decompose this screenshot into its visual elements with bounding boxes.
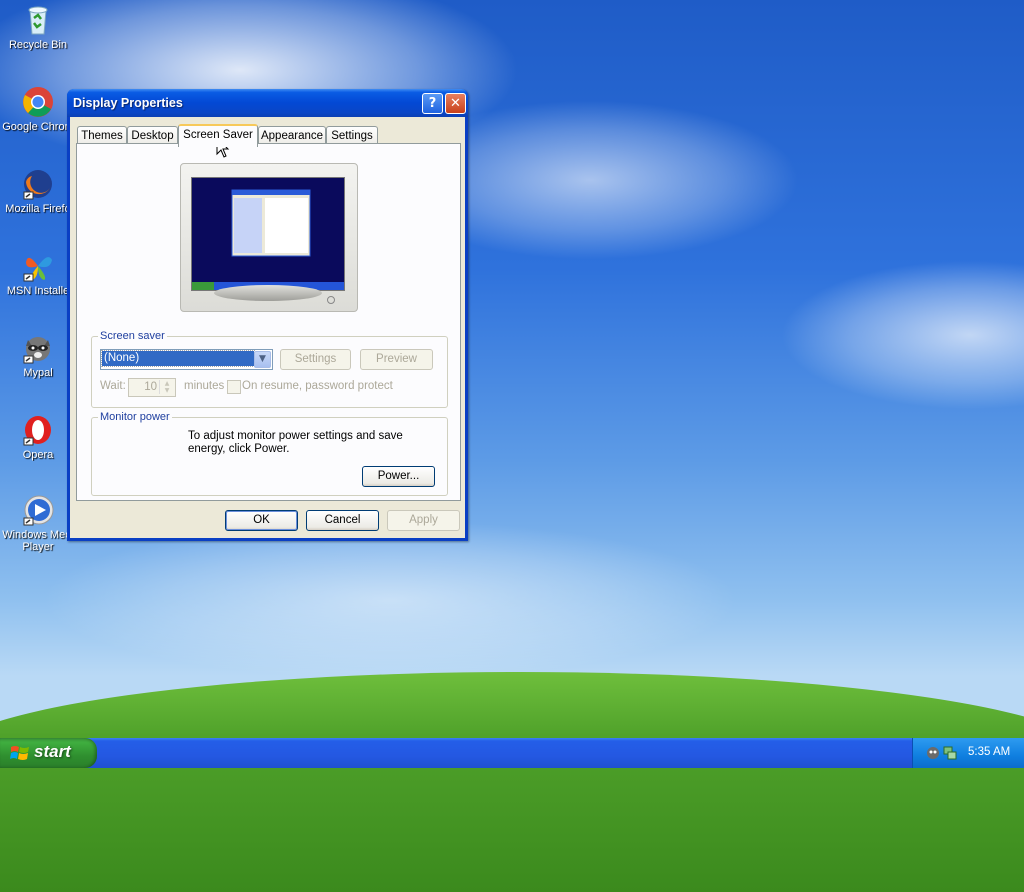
power-led-icon — [327, 296, 335, 304]
start-label: start — [34, 742, 71, 761]
cancel-button[interactable]: Cancel — [306, 510, 379, 531]
windows-logo-icon — [10, 744, 30, 765]
screen-saver-selected: (None) — [101, 350, 255, 367]
ok-button[interactable]: OK — [225, 510, 298, 531]
monitor-power-group-label: Monitor power — [98, 411, 172, 423]
preview-screen — [191, 177, 345, 291]
desktop-icon-msn-installer[interactable]: MSN Installe — [0, 250, 76, 297]
system-tray: 5:35 AM — [912, 738, 1024, 768]
chrome-icon — [22, 86, 54, 118]
tab-screen-saver[interactable]: Screen Saver — [178, 124, 258, 147]
desktop-icon-opera[interactable]: Opera — [0, 414, 76, 461]
spinner-arrows-icon[interactable]: ▲ ▼ — [159, 380, 174, 394]
desktop-icon-recycle-bin[interactable]: Recycle Bin — [0, 4, 76, 51]
desktop-icon-label: MSN Installe — [6, 285, 70, 297]
taskbar: start 5:35 AM — [0, 738, 1024, 768]
minutes-label: minutes — [184, 380, 225, 392]
desktop-icon-label: Mypal — [23, 367, 53, 379]
clock[interactable]: 5:35 AM — [968, 746, 1010, 758]
monitor-power-group: Monitor power To adjust monitor power se… — [91, 411, 448, 496]
apply-button[interactable]: Apply — [387, 510, 460, 531]
desktop-icon-mypal[interactable]: Mypal — [0, 332, 76, 379]
help-button[interactable]: ? — [422, 93, 443, 114]
wait-label: Wait: — [100, 380, 126, 392]
monitor-stand — [214, 285, 322, 301]
settings-button[interactable]: Settings — [280, 349, 351, 370]
desktop-icon-google-chrome[interactable]: Google Chrom — [0, 86, 76, 133]
desktop-icon-label: Windows Medi Player — [2, 529, 74, 553]
desktop-icon-mozilla-firefox[interactable]: Mozilla Firefo — [0, 168, 76, 215]
desktop-icon-label: Recycle Bin — [8, 39, 68, 51]
power-button[interactable]: Power... — [362, 466, 435, 487]
screen-saver-group-label: Screen saver — [98, 330, 167, 342]
msn-butterfly-icon — [22, 250, 54, 282]
screen-saver-group: Screen saver (None) ▼ Settings Preview W… — [91, 330, 448, 408]
recycle-bin-icon — [22, 4, 54, 36]
preview-button[interactable]: Preview — [360, 349, 433, 370]
wait-minutes-spinner[interactable]: 10 ▲ ▼ — [128, 378, 176, 397]
display-properties-window: Display Properties ? ✕ Themes Desktop Sc… — [67, 89, 468, 541]
desktop-icon-label: Opera — [22, 449, 54, 461]
network-icon[interactable] — [943, 745, 957, 764]
desktop-icon-label: Mozilla Firefo — [5, 203, 71, 215]
desktop-icon-label: Google Chrom — [2, 121, 74, 133]
monitor-power-text: To adjust monitor power settings and sav… — [188, 430, 403, 455]
chevron-down-icon[interactable]: ▼ — [254, 351, 271, 368]
title-bar[interactable]: Display Properties ? ✕ — [67, 89, 468, 117]
password-protect-checkbox[interactable] — [227, 380, 241, 394]
start-button[interactable]: start — [0, 738, 97, 768]
password-protect-label: On resume, password protect — [242, 380, 393, 392]
firefox-icon — [22, 168, 54, 200]
opera-icon — [22, 414, 54, 446]
desktop-icon-windows-media-player[interactable]: Windows Medi Player — [0, 494, 76, 553]
screen-saver-dropdown[interactable]: (None) ▼ — [100, 349, 273, 370]
media-player-icon — [22, 494, 54, 526]
dialog-client-area: Themes Desktop Screen Saver Appearance S… — [70, 117, 465, 538]
mypal-raccoon-icon — [22, 332, 54, 364]
tray-app-icon[interactable] — [925, 745, 941, 764]
wait-value: 10 — [144, 381, 157, 393]
screen-saver-panel: Screen saver (None) ▼ Settings Preview W… — [76, 143, 461, 501]
window-title: Display Properties — [73, 96, 183, 110]
close-button[interactable]: ✕ — [445, 93, 466, 114]
